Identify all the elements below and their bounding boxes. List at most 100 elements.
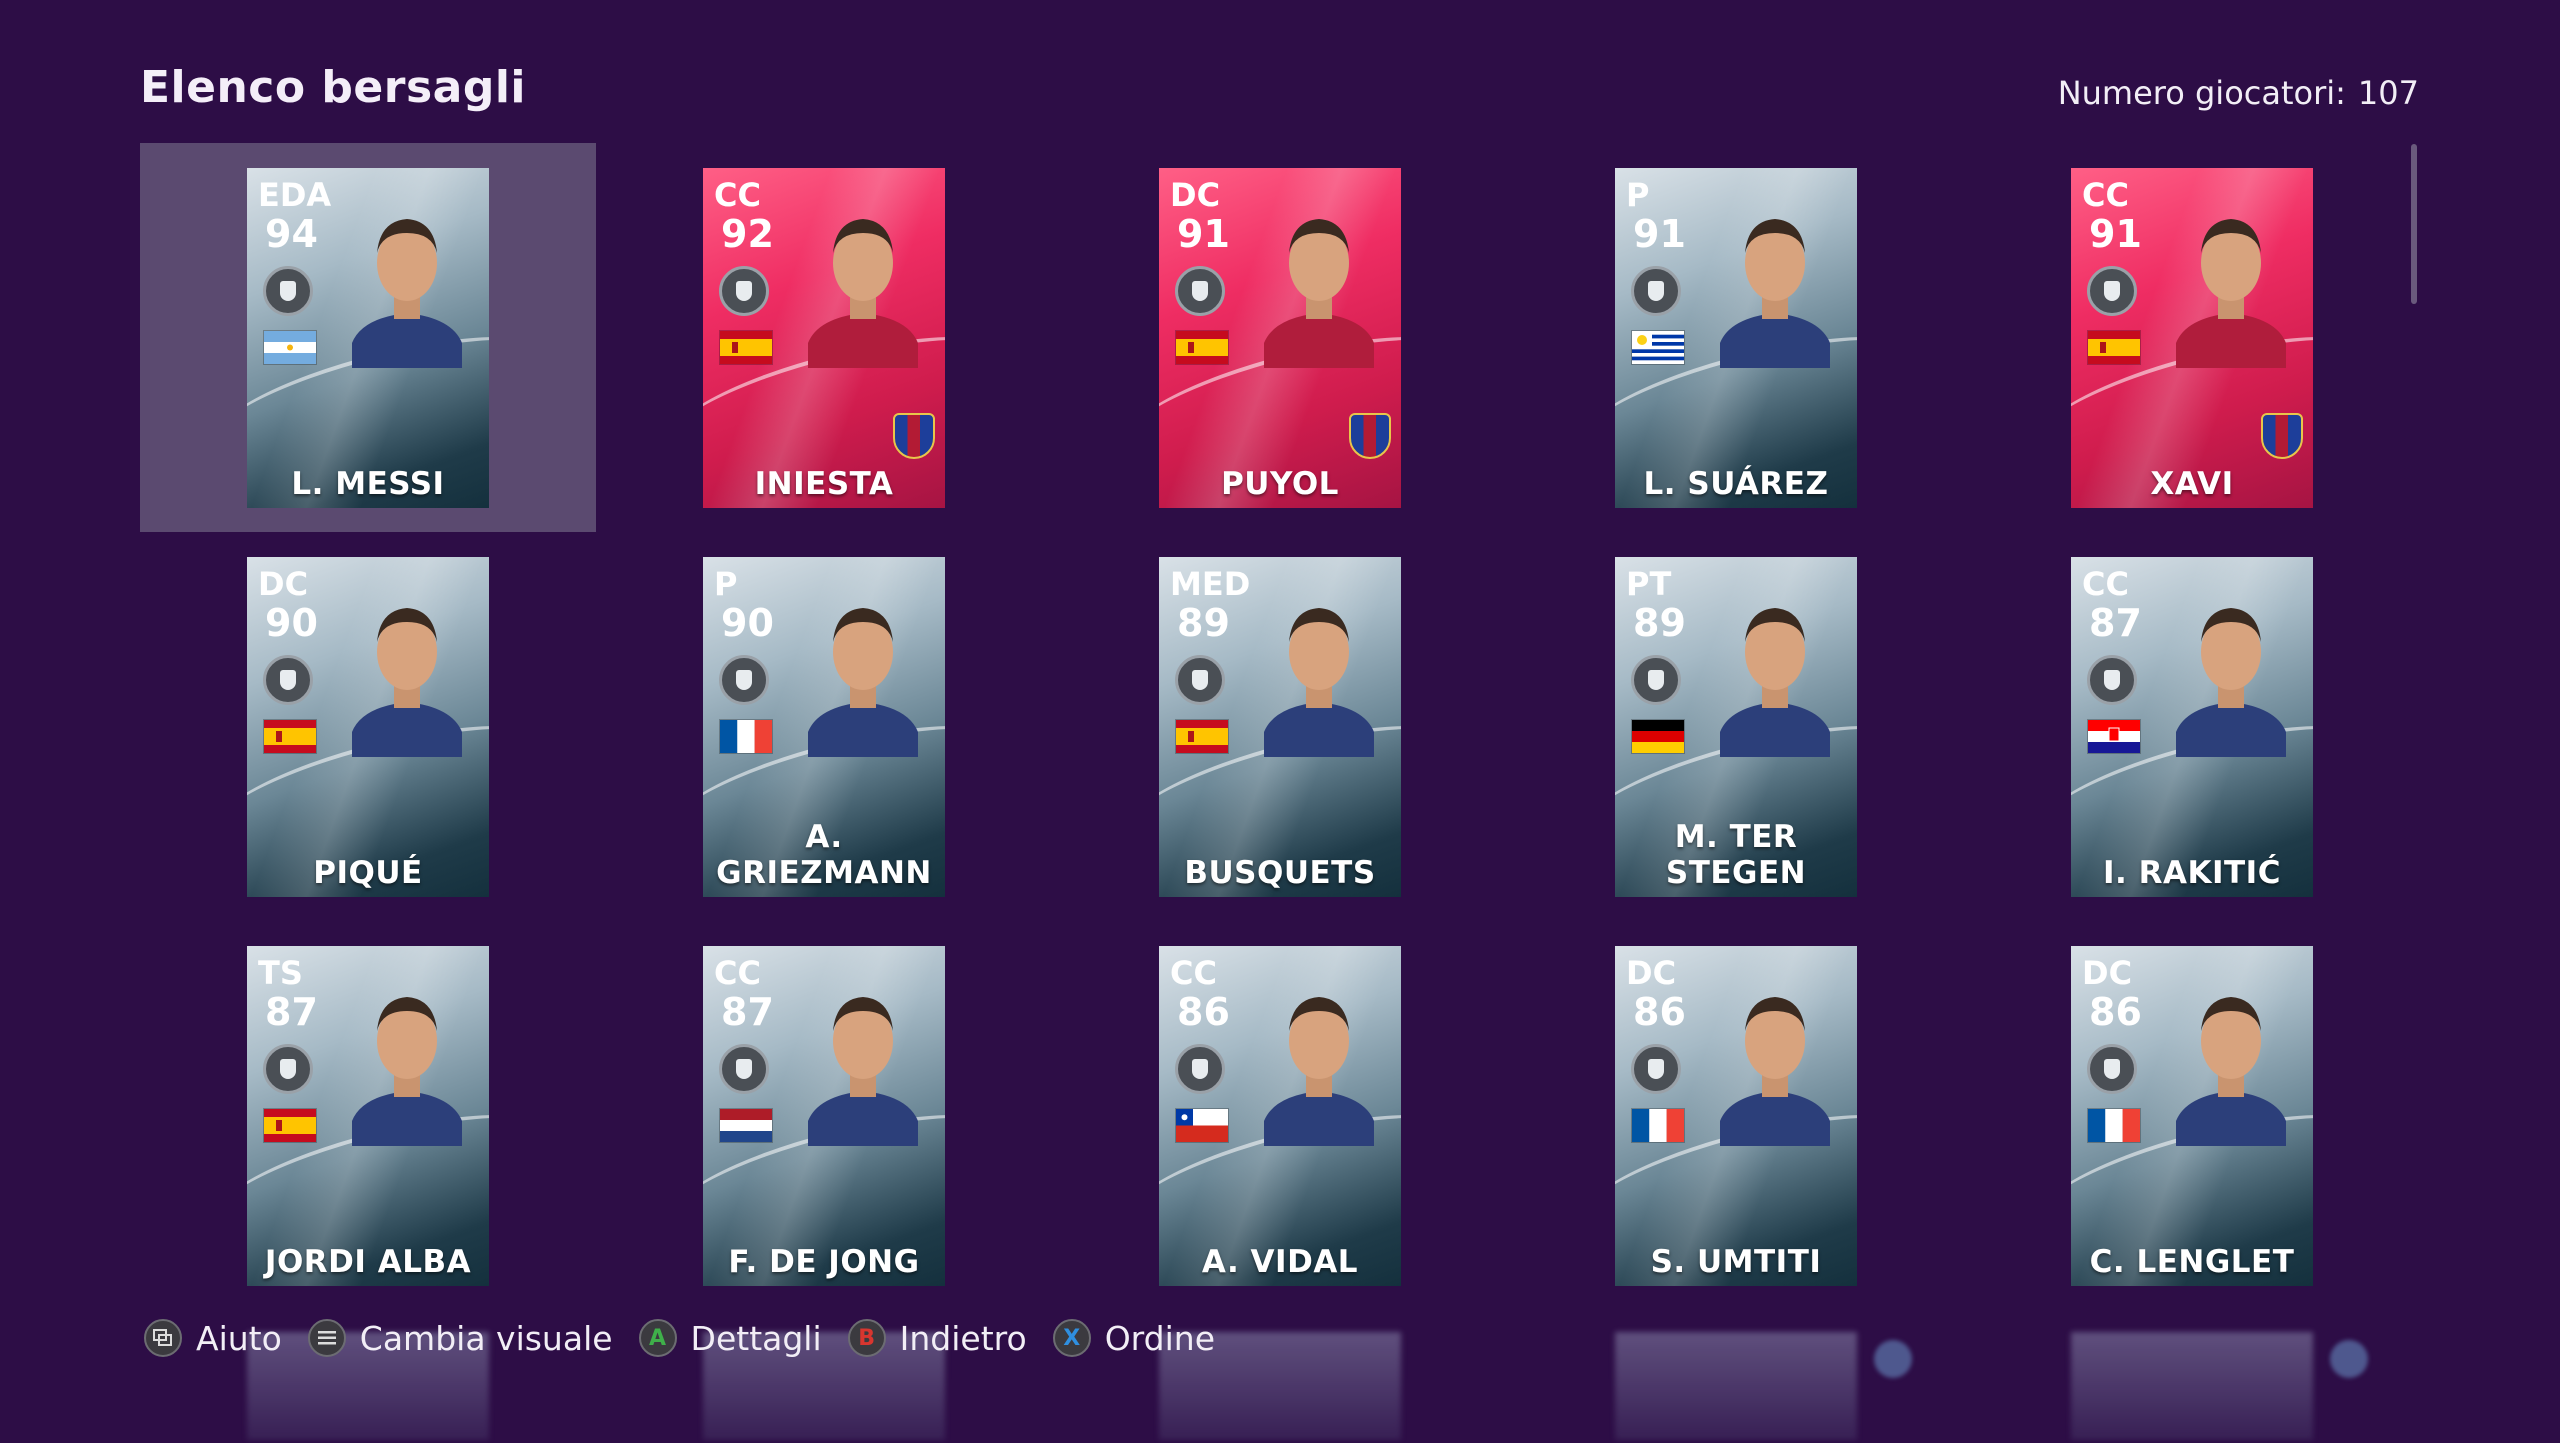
spain-flag-icon	[1176, 331, 1228, 364]
card-type-badge-icon	[263, 266, 313, 316]
player-card[interactable]: DC 90 PIQUÉ	[247, 557, 489, 897]
card-type-badge-icon	[263, 655, 313, 705]
player-photo	[798, 193, 928, 368]
player-card-slot[interactable]: DC 90 PIQUÉ	[140, 532, 596, 921]
player-card[interactable]: DC 86 S. UMTITI	[1615, 946, 1857, 1286]
view-button-icon	[144, 1319, 182, 1357]
player-card[interactable]: CC 86 A. VIDAL	[1159, 946, 1401, 1286]
b-button-icon: B	[847, 1319, 886, 1357]
card-type-badge-icon	[719, 1044, 769, 1094]
player-position: CC	[1170, 954, 1217, 992]
player-rating: 92	[721, 212, 774, 256]
player-rating: 87	[2089, 601, 2142, 645]
player-card[interactable]: MED 89 BUSQUETS	[1159, 557, 1401, 897]
player-rating: 86	[2089, 990, 2142, 1034]
player-rating: 91	[1633, 212, 1686, 256]
player-card-slot[interactable]: P 90 A. GRIEZMANN	[596, 532, 1052, 921]
player-card-slot[interactable]: CC 86 A. VIDAL	[1052, 921, 1508, 1310]
player-photo	[1254, 193, 1384, 368]
back-hint[interactable]: B Indietro	[847, 1319, 1027, 1358]
player-card-slot[interactable]: CC 87 F. DE JONG	[596, 921, 1052, 1310]
croatia-flag-icon	[2088, 720, 2140, 753]
player-name: M. TER STEGEN	[1665, 819, 1807, 891]
france-flag-icon	[720, 720, 772, 753]
player-photo	[798, 971, 928, 1146]
card-type-badge-icon	[1175, 655, 1225, 705]
details-hint[interactable]: A Dettagli	[638, 1319, 822, 1358]
spain-flag-icon	[2088, 331, 2140, 364]
player-card-slot[interactable]: PT 89 M. TER STEGEN	[1508, 532, 1964, 921]
player-count: Numero giocatori: 107	[2058, 74, 2419, 112]
player-photo	[1254, 582, 1384, 757]
club-crest-icon	[2261, 413, 2303, 459]
player-name: I. RAKITIĆ	[2103, 855, 2281, 891]
sort-hint[interactable]: X Ordine	[1052, 1319, 1215, 1358]
help-label: Aiuto	[196, 1318, 282, 1358]
player-grid: EDA 94 L. MESSI CC 92 INIESTA DC 91 PUYOL P 91 L. S…	[140, 143, 2420, 1443]
player-card-slot[interactable]: CC 87 I. RAKITIĆ	[1964, 532, 2420, 921]
player-position: P	[1626, 176, 1650, 214]
player-card-slot[interactable]: DC 86 C. LENGLET	[1964, 921, 2420, 1310]
player-card-slot[interactable]: EDA 94 L. MESSI	[140, 143, 596, 532]
player-card-slot[interactable]: CC 91 XAVI	[1964, 143, 2420, 532]
player-card[interactable]: CC 87 I. RAKITIĆ	[2071, 557, 2313, 897]
player-card-slot[interactable]: CC 92 INIESTA	[596, 143, 1052, 532]
player-name: JORDI ALBA	[264, 1244, 472, 1280]
player-position: CC	[2082, 565, 2129, 603]
player-card[interactable]: PT 89 M. TER STEGEN	[1615, 557, 1857, 897]
player-name: A. GRIEZMANN	[716, 819, 932, 891]
player-name: A. VIDAL	[1201, 1244, 1359, 1280]
player-name: C. LENGLET	[2089, 1244, 2295, 1280]
player-name: L. MESSI	[291, 466, 445, 502]
help-hint[interactable]: Aiuto	[144, 1319, 282, 1358]
menu-button-icon	[307, 1319, 346, 1357]
player-card-slot[interactable]: MED 89 BUSQUETS	[1052, 532, 1508, 921]
argentina-flag-icon	[264, 331, 316, 364]
uruguay-flag-icon	[1632, 331, 1684, 364]
france-flag-icon	[2088, 1109, 2140, 1142]
next-row-card	[1615, 1332, 1857, 1440]
player-name: BUSQUETS	[1184, 855, 1376, 891]
spain-flag-icon	[1176, 720, 1228, 753]
player-name: F. DE JONG	[728, 1244, 920, 1280]
x-button-icon: X	[1052, 1319, 1091, 1357]
card-type-badge-icon	[1631, 1044, 1681, 1094]
a-button-icon: A	[638, 1319, 677, 1357]
controller-hints: Aiuto Cambia visuale A Dettagli B Indiet…	[144, 1316, 1241, 1360]
player-card[interactable]: TS 87 JORDI ALBA	[247, 946, 489, 1286]
next-row-card	[2071, 1332, 2313, 1440]
club-crest-icon	[1349, 413, 1391, 459]
player-position: MED	[1170, 565, 1251, 603]
player-position: DC	[258, 565, 309, 603]
player-card[interactable]: EDA 94 L. MESSI	[247, 168, 489, 508]
next-row-badge	[2330, 1340, 2368, 1378]
player-card[interactable]: P 91 L. SUÁREZ	[1615, 168, 1857, 508]
spain-flag-icon	[720, 331, 772, 364]
card-type-badge-icon	[719, 655, 769, 705]
player-card-slot[interactable]: TS 87 JORDI ALBA	[140, 921, 596, 1310]
player-rating: 91	[2089, 212, 2142, 256]
player-position: DC	[1170, 176, 1221, 214]
player-card[interactable]: DC 86 C. LENGLET	[2071, 946, 2313, 1286]
player-card-slot[interactable]: P 91 L. SUÁREZ	[1508, 143, 1964, 532]
player-card-slot[interactable]: DC 86 S. UMTITI	[1508, 921, 1964, 1310]
player-card[interactable]: CC 92 INIESTA	[703, 168, 945, 508]
player-photo	[2166, 193, 2296, 368]
spain-flag-icon	[264, 720, 316, 753]
player-card[interactable]: DC 91 PUYOL	[1159, 168, 1401, 508]
player-position: DC	[1626, 954, 1677, 992]
player-card[interactable]: CC 91 XAVI	[2071, 168, 2313, 508]
player-card[interactable]: CC 87 F. DE JONG	[703, 946, 945, 1286]
player-card[interactable]: P 90 A. GRIEZMANN	[703, 557, 945, 897]
player-rating: 94	[265, 212, 318, 256]
player-photo	[2166, 582, 2296, 757]
player-photo	[2166, 971, 2296, 1146]
change-view-hint[interactable]: Cambia visuale	[307, 1319, 613, 1358]
page-title: Elenco bersagli	[140, 62, 527, 113]
player-rating: 90	[721, 601, 774, 645]
player-position: TS	[258, 954, 303, 992]
card-type-badge-icon	[1175, 1044, 1225, 1094]
player-rating: 86	[1177, 990, 1230, 1034]
player-card-slot[interactable]: DC 91 PUYOL	[1052, 143, 1508, 532]
chile-flag-icon	[1176, 1109, 1228, 1142]
